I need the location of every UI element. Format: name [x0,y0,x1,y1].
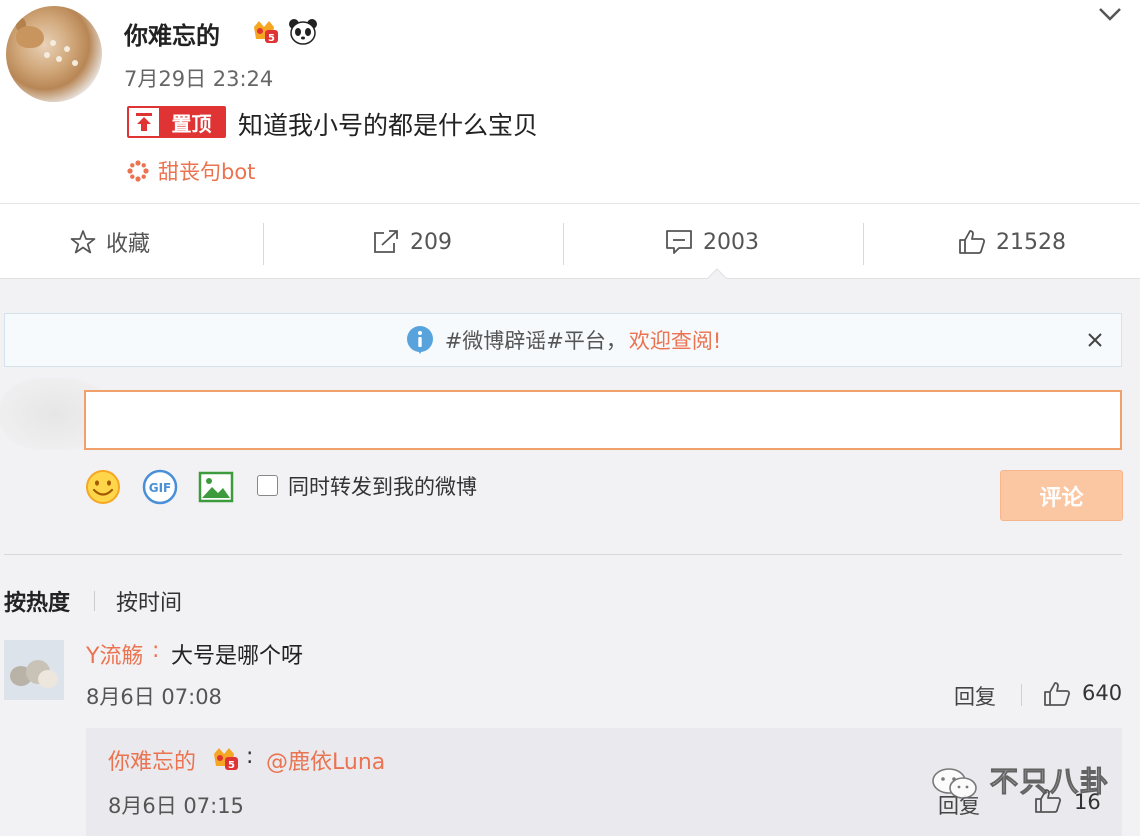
repost-checkbox[interactable] [257,475,278,496]
post-text: 知道我小号的都是什么宝贝 [238,111,539,140]
repost-icon [374,230,398,253]
gif-icon[interactable]: GIF [141,468,179,506]
star-icon [70,230,96,254]
thumbs-up-icon [959,230,986,254]
user-avatar[interactable] [6,6,102,102]
active-tab-pointer [706,268,728,280]
comment-colon: : [152,638,160,663]
pin-arrow-icon [129,108,159,136]
comment-input[interactable] [84,390,1122,450]
chevron-down-icon[interactable] [1098,6,1122,22]
action-divider [263,223,264,265]
image-icon[interactable] [197,468,235,506]
notice-bar: #微博辟谣#平台， 欢迎查阅! [4,313,1122,367]
vip-level-icon[interactable]: 5 [210,746,240,772]
section-divider [4,554,1122,555]
reply-button[interactable]: 回复 [954,681,996,711]
notice-link[interactable]: 欢迎查阅! [629,325,721,355]
notice-text: #微博辟谣#平台， [444,329,627,353]
comment-like-count: 640 [1082,681,1123,705]
avatar-deer-head [16,26,44,48]
avatar-spot [50,40,56,46]
sort-by-hot-tab[interactable]: 按热度 [4,585,70,617]
avatar-spot [72,60,78,66]
like-count: 21528 [996,229,1066,255]
vip-level-icon[interactable]: 5 [250,19,280,45]
thumbs-up-icon[interactable] [1043,681,1071,707]
info-icon [406,326,433,354]
panda-icon [289,19,317,45]
comment-text: 大号是哪个呀 [171,644,304,669]
sort-by-time-tab[interactable]: 按时间 [116,585,182,617]
svg-text:5: 5 [228,760,235,771]
commenter-name[interactable]: Y流觞 [86,638,143,670]
submit-comment-button[interactable]: 评论 [1000,470,1123,521]
sort-divider [94,591,95,611]
action-divider [863,223,864,265]
commenter-avatar[interactable] [4,640,64,700]
mention-link[interactable]: @鹿依Luna [266,744,385,776]
comment-bubble-icon [666,230,692,254]
pinned-badge: 置顶 [127,106,226,138]
comment-timestamp: 8月6日 07:08 [86,685,222,709]
close-icon[interactable] [1085,330,1105,350]
repost-count: 209 [410,229,452,255]
like-button[interactable]: 21528 [958,204,1066,280]
post-action-bar: 收藏 209 2003 21528 [0,203,1140,279]
svg-text:5: 5 [268,33,275,44]
comment-count: 2003 [703,229,759,255]
source-label[interactable]: 甜丧句bot [158,156,255,186]
favorite-label: 收藏 [106,232,151,257]
wechat-watermark-icon [932,768,977,799]
post-card: 你难忘的 5 7月29日 23:24 置顶 知道我小号的都是什么宝贝 甜丧句bo… [0,0,1140,203]
action-divider [563,223,564,265]
avatar-spot [64,46,70,52]
repost-checkbox-label[interactable]: 同时转发到我的微博 [288,471,477,501]
favorite-button[interactable]: 收藏 [70,204,150,280]
avatar-spot [56,56,62,62]
bot-source-icon [127,160,149,182]
svg-text:GIF: GIF [149,481,172,495]
post-source[interactable]: 甜丧句bot [126,156,255,186]
avatar-spot [44,52,50,58]
watermark-text: 不只八卦 [989,765,1111,799]
comment-action-divider [1021,684,1022,706]
sub-reply-timestamp: 8月6日 07:15 [108,794,244,818]
repost-button[interactable]: 209 [372,204,452,280]
sub-reply-author[interactable]: 你难忘的 [108,744,196,776]
sub-reply-colon: : [246,744,254,769]
avatar-shape [38,670,58,688]
post-username[interactable]: 你难忘的 [124,16,220,51]
post-timestamp: 7月29日 23:24 [124,67,274,91]
emoji-icon[interactable] [84,468,122,506]
pinned-label: 置顶 [159,108,224,136]
